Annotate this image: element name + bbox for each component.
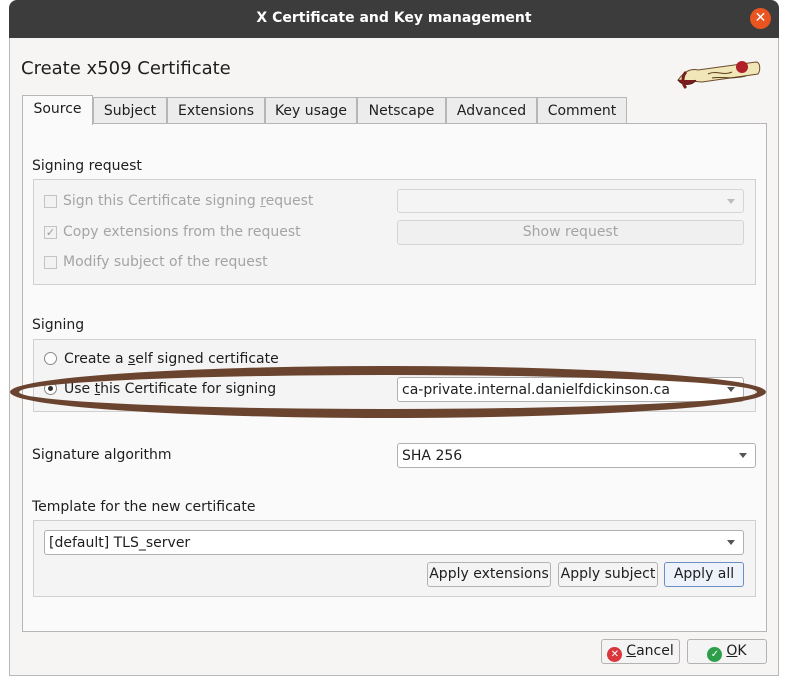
dialog-heading: Create x509 Certificate xyxy=(21,58,231,79)
apply-all-button[interactable]: Apply all xyxy=(664,562,744,587)
chevron-down-icon xyxy=(727,540,735,545)
window-title: X Certificate and Key management xyxy=(256,10,532,26)
tab-advanced[interactable]: Advanced xyxy=(446,97,537,124)
use-certificate-radio[interactable] xyxy=(44,382,57,395)
copy-extensions-label: Copy extensions from the request xyxy=(63,224,301,240)
apply-extensions-button[interactable]: Apply extensions xyxy=(427,562,551,587)
xca-logo-icon xyxy=(677,61,761,90)
ok-button[interactable]: ✓ OK xyxy=(687,639,767,664)
title-bar[interactable]: X Certificate and Key management xyxy=(9,0,779,38)
signature-algorithm-label: Signature algorithm xyxy=(32,447,172,463)
ok-icon: ✓ xyxy=(707,647,723,662)
cancel-icon: ✕ xyxy=(607,647,623,662)
template-select[interactable]: [default] TLS_server xyxy=(44,530,744,555)
copy-extensions-checkbox[interactable]: ✓ xyxy=(44,226,57,239)
self-signed-radio[interactable] xyxy=(44,352,57,365)
tab-extensions[interactable]: Extensions xyxy=(167,97,265,124)
chevron-down-icon xyxy=(727,387,735,392)
tab-subject[interactable]: Subject xyxy=(93,97,167,124)
sign-csr-label: Sign this Certificate signing request xyxy=(63,193,314,209)
apply-subject-button[interactable]: Apply subject xyxy=(558,562,658,587)
modify-subject-label: Modify subject of the request xyxy=(63,254,268,270)
signing-request-select[interactable] xyxy=(397,189,744,213)
modify-subject-checkbox[interactable] xyxy=(44,256,57,269)
template-label: Template for the new certificate xyxy=(32,499,256,515)
cancel-button[interactable]: ✕ Cancel xyxy=(601,639,680,664)
signing-label: Signing xyxy=(32,317,85,333)
signing-certificate-select[interactable]: ca-private.internal.danielfdickinson.ca xyxy=(397,377,744,402)
signing-request-label: Signing request xyxy=(32,158,142,174)
sign-csr-checkbox[interactable] xyxy=(44,195,57,208)
chevron-down-icon xyxy=(739,453,747,458)
self-signed-label: Create a self signed certificate xyxy=(64,351,279,367)
tab-source[interactable]: Source xyxy=(22,95,93,125)
tab-comment[interactable]: Comment xyxy=(537,97,627,124)
signature-algorithm-select[interactable]: SHA 256 xyxy=(397,443,756,468)
tab-netscape[interactable]: Netscape xyxy=(357,97,446,124)
close-icon[interactable]: ✕ xyxy=(750,8,771,29)
show-request-button[interactable]: Show request xyxy=(397,220,744,245)
use-certificate-label: Use this Certificate for signing xyxy=(64,381,277,397)
tab-key-usage[interactable]: Key usage xyxy=(265,97,357,124)
chevron-down-icon xyxy=(727,199,735,204)
